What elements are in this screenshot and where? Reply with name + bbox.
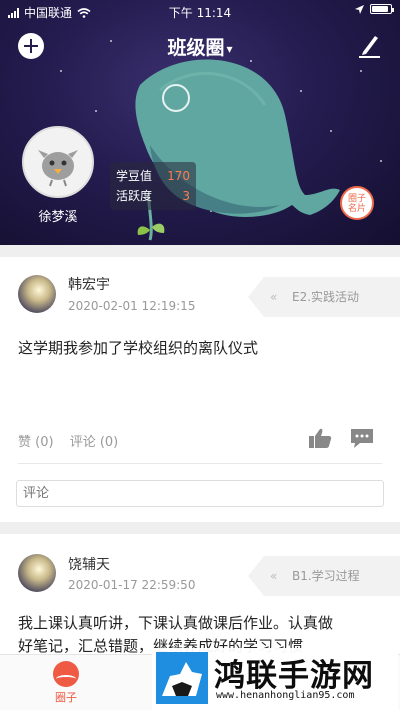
comment-input[interactable] [16,480,384,507]
pen-icon[interactable] [354,30,384,60]
circle-wave-icon [53,661,79,687]
circle-header: 中国联通 下午 11:14 班级圈 ▾ 徐梦溪 学豆值 170 活跃度 3 圈子… [0,0,400,245]
card-badge-line1: 圈子 [347,194,366,204]
post-divider [18,463,382,464]
post-actions: 赞 (0) 评论 (0) [18,431,130,450]
bull-logo-icon [156,652,208,704]
stat-label: 学豆值 [116,169,153,183]
camera-ring-icon[interactable] [162,84,190,112]
watermark-title: 鸿联手游网 [214,658,374,694]
comment-bubble-icon[interactable] [350,427,374,449]
post-time: 2020-02-01 12:19:15 [68,299,196,313]
card-badge-line2: 名片 [347,204,366,214]
post-time: 2020-01-17 22:59:50 [68,578,196,592]
stat-row: 学豆值 170 [116,166,190,186]
post-tag-label: E2.实践活动 [292,290,360,304]
tab-label: 圈子 [55,691,77,704]
stat-label: 活跃度 [116,189,153,203]
battery-icon [370,4,394,14]
whale-illustration [135,59,340,241]
thumbs-up-icon[interactable] [308,427,332,449]
post-author-avatar[interactable] [18,275,56,313]
user-stats-panel: 学豆值 170 活跃度 3 [110,162,196,210]
post-card: 韩宏宇 2020-02-01 12:19:15 « E2.实践活动 这学期我参加… [0,257,400,522]
post-author-name[interactable]: 饶辅天 [68,554,110,574]
post-text-line: 我上课认真听讲，下课认真做课后作业。认真做 [18,614,334,632]
location-icon [355,4,364,14]
post-tag[interactable]: « E2.实践活动 [248,277,400,317]
double-chevron-left-icon: « [270,290,278,304]
tab-circle[interactable]: 圈子 [44,661,88,705]
stat-value: 3 [182,189,190,203]
stat-value: 170 [167,169,190,183]
bird-avatar-icon [38,150,78,187]
user-name: 徐梦溪 [38,210,78,225]
post-author-name[interactable]: 韩宏宇 [68,274,110,294]
post-tag-label: B1.学习过程 [292,569,360,583]
status-bar: 中国联通 下午 11:14 [0,0,400,22]
like-count-button[interactable]: 赞 (0) [18,435,54,450]
section-divider [0,245,400,257]
post-tag[interactable]: « B1.学习过程 [248,556,400,596]
section-divider [0,522,400,534]
post-text: 这学期我参加了学校组织的离队仪式 [18,339,259,357]
post-author-avatar[interactable] [18,554,56,592]
site-watermark: 鸿联手游网 www.henanhonglian95.com [152,648,398,710]
user-avatar[interactable] [22,126,94,198]
status-time: 下午 11:14 [168,6,232,20]
double-chevron-left-icon: « [270,569,278,583]
post-card: 饶辅天 2020-01-17 22:59:50 « B1.学习过程 我上课认真听… [0,534,400,655]
comment-count-button[interactable]: 评论 (0) [70,435,119,450]
watermark-url: www.henanhonglian95.com [216,690,355,701]
circle-card-button[interactable]: 圈子 名片 [340,186,374,220]
stat-row: 活跃度 3 [116,186,190,206]
